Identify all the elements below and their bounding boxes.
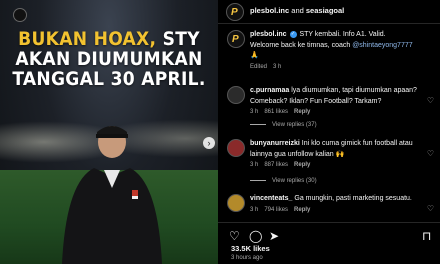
- avatar[interactable]: [227, 86, 245, 104]
- headline-rest: STY: [162, 28, 200, 50]
- caption-text: Welcome back ke timnas, coach: [250, 41, 351, 49]
- comment-username[interactable]: c.purnamaa: [250, 87, 289, 94]
- comment-icon[interactable]: ◯: [249, 229, 262, 243]
- comment-likes[interactable]: 861 likes: [264, 109, 288, 115]
- save-icon[interactable]: ⊓: [422, 229, 431, 243]
- headline-line2: AKAN DIUMUMKAN: [15, 47, 203, 70]
- avatar[interactable]: P: [227, 30, 245, 48]
- caption-emoji: 🙏: [250, 52, 259, 59]
- like-comment-icon[interactable]: ♡: [427, 96, 434, 105]
- comment-likes[interactable]: 887 likes: [264, 162, 288, 168]
- comment-time[interactable]: 3 h: [250, 207, 258, 213]
- comment-username[interactable]: plesbol.inc: [250, 31, 287, 38]
- comment-time[interactable]: 3 h: [250, 109, 258, 115]
- headline-line3: TANGGAL 30 APRIL.: [12, 67, 206, 90]
- verified-icon: ✓: [289, 30, 297, 38]
- reply-button[interactable]: Reply: [294, 207, 310, 213]
- account-link[interactable]: plesbol.inc: [250, 6, 289, 15]
- view-replies-label: View replies (30): [272, 178, 317, 184]
- post-image[interactable]: BUKAN HOAX, STY AKAN DIUMUMKAN TANGGAL 3…: [0, 0, 218, 264]
- like-comment-icon[interactable]: ♡: [427, 149, 434, 158]
- account-link[interactable]: seasiagoal: [306, 6, 344, 15]
- caption-text: STY kembali. Info A1. Valid.: [299, 31, 386, 38]
- view-replies-button[interactable]: View replies (30): [250, 178, 317, 184]
- post-likes-count[interactable]: 33.5K likes: [231, 244, 270, 253]
- plesbol-logo: [13, 8, 27, 22]
- comment-username[interactable]: vincenteats_: [250, 195, 292, 202]
- comment-likes[interactable]: 794 likes: [264, 207, 288, 213]
- share-icon[interactable]: ➤: [269, 229, 279, 243]
- comment-username[interactable]: bunyanurreizki: [250, 140, 300, 147]
- edited-label: Edited: [250, 63, 268, 70]
- avatar[interactable]: [227, 194, 245, 212]
- like-icon[interactable]: ♡: [229, 229, 240, 243]
- comment-text: Ga mungkin, pasti marketing sesuatu.: [294, 195, 412, 202]
- coach-figure: [62, 126, 162, 264]
- like-comment-icon[interactable]: ♡: [427, 204, 434, 213]
- avatar[interactable]: [227, 139, 245, 157]
- post-actions: ♡ ◯ ➤ ⊓: [218, 222, 440, 243]
- post-header: P plesbol.inc and seasiagoal: [218, 0, 440, 24]
- post-timestamp[interactable]: 3 hours ago: [231, 255, 263, 261]
- reply-button[interactable]: Reply: [294, 109, 310, 115]
- mention-link[interactable]: @shintaeyong7777: [352, 42, 412, 49]
- comment-time[interactable]: 3 h: [273, 64, 281, 70]
- comment-time[interactable]: 3 h: [250, 162, 258, 168]
- avatar[interactable]: P: [226, 3, 244, 21]
- authors-joiner: and: [291, 6, 304, 15]
- post-authors: plesbol.inc and seasiagoal: [250, 6, 344, 15]
- post-headline: BUKAN HOAX, STY AKAN DIUMUMKAN TANGGAL 3…: [0, 28, 218, 90]
- carousel-next-button[interactable]: ›: [203, 137, 215, 149]
- reply-button[interactable]: Reply: [294, 162, 310, 168]
- view-replies-button[interactable]: View replies (37): [250, 122, 317, 128]
- view-replies-label: View replies (37): [272, 122, 317, 128]
- post-side-panel: P plesbol.inc and seasiagoal P plesbol.i…: [218, 0, 440, 264]
- headline-highlight: BUKAN HOAX,: [18, 28, 157, 50]
